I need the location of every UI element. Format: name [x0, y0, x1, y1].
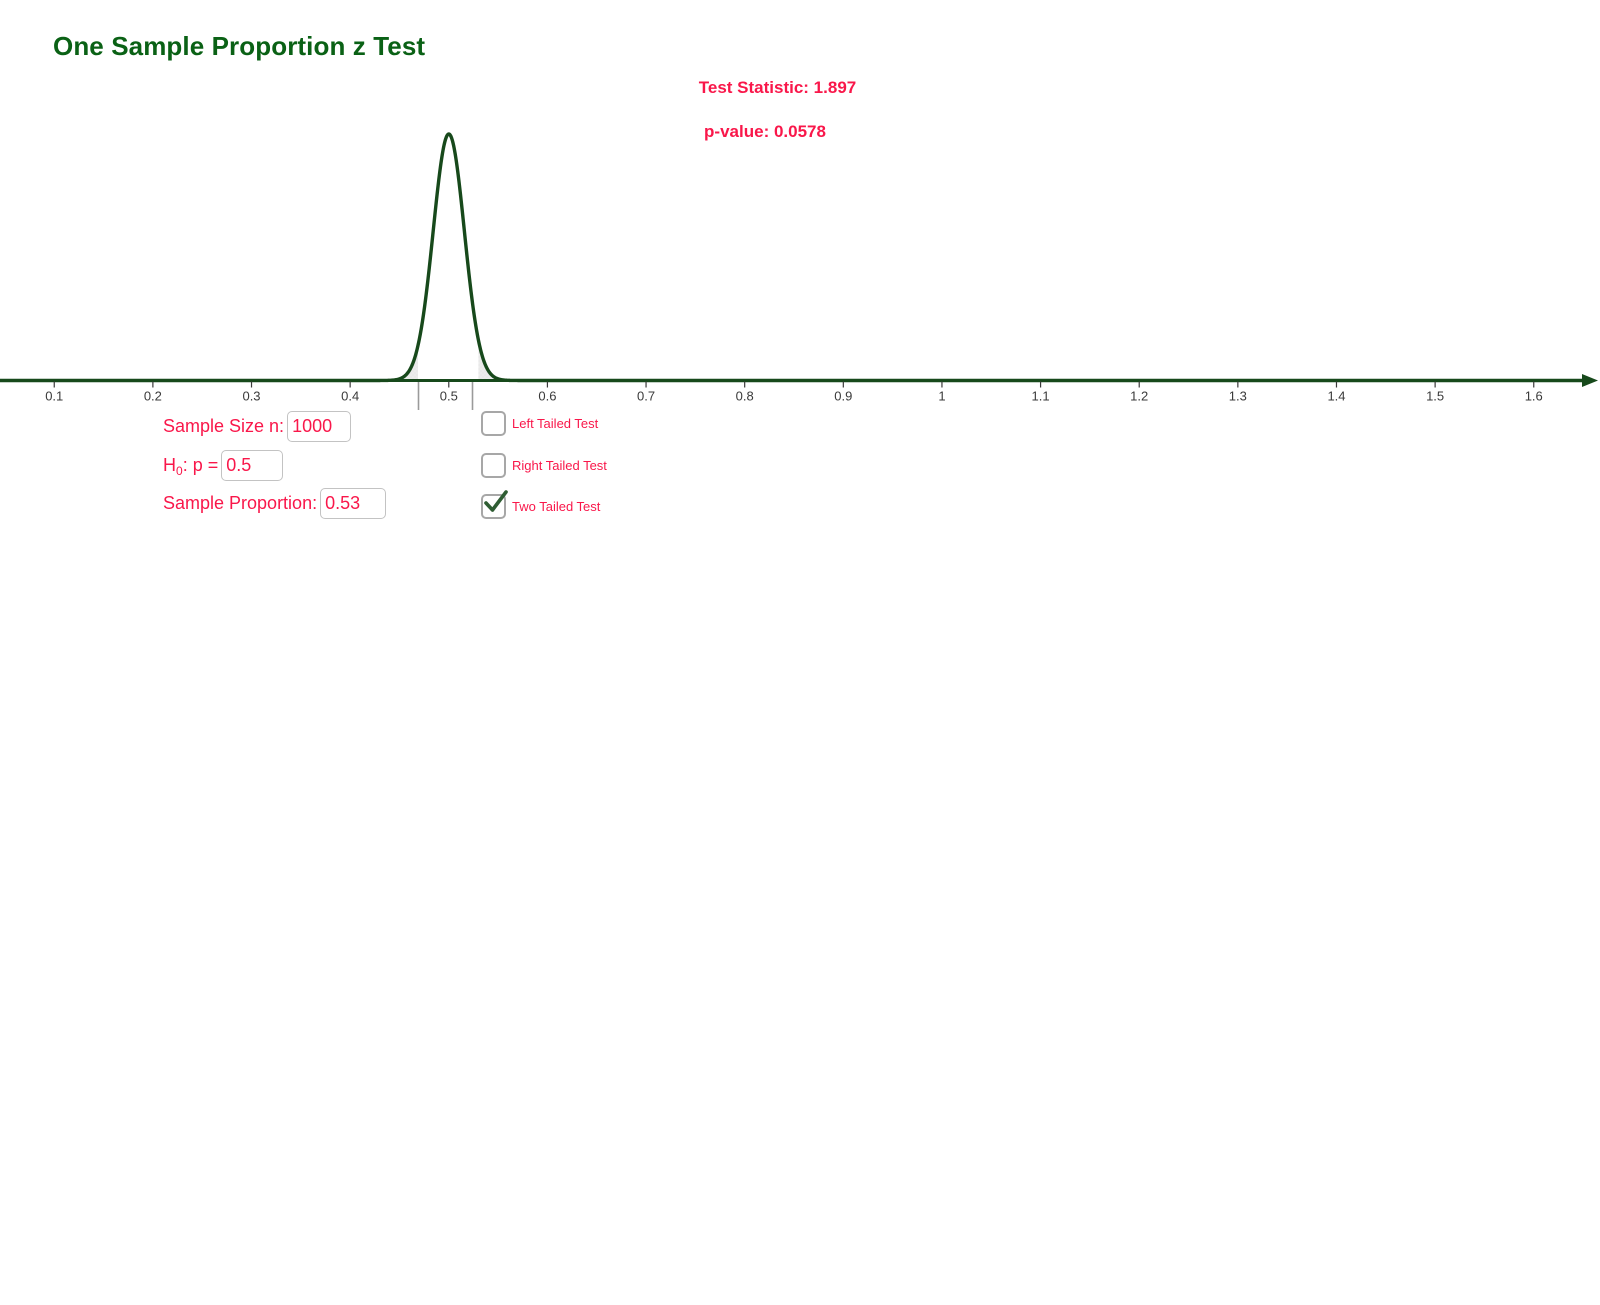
- sample-proportion-input[interactable]: [320, 488, 387, 519]
- x-axis-tick-label: 0.7: [637, 389, 655, 404]
- x-axis-tick-label: 1: [938, 389, 945, 404]
- sample-size-row: Sample Size n:: [163, 411, 352, 442]
- x-axis-tick-label: 0.2: [144, 389, 162, 404]
- x-axis-tick-label: 0.3: [242, 389, 260, 404]
- x-axis-arrow-icon: [1582, 374, 1598, 387]
- shaded-rejection-regions: [0, 339, 1588, 381]
- x-axis-tick-label: 0.5: [440, 389, 458, 404]
- right-tail-rejection-region: [478, 339, 1588, 381]
- null-hypothesis-label: H0: p =: [163, 455, 219, 478]
- sample-proportion-row: Sample Proportion:: [163, 488, 387, 519]
- left-tail-rejection-region: [0, 345, 418, 381]
- controls-panel: Sample Size n: H0: p = Sample Proportion…: [0, 405, 700, 535]
- plot-svg: 0.1 0.2 0.3 0.4 0.5 0.6 0.7 0.8 0.9 1 1.1 1.2 1.3 1.4…: [0, 132, 1598, 410]
- x-axis-tick-label: 1.5: [1426, 389, 1444, 404]
- x-axis-tick-label: 0.6: [538, 389, 556, 404]
- two-tailed-checkbox[interactable]: [481, 490, 508, 519]
- right-tailed-checkbox[interactable]: [481, 453, 506, 478]
- page-title: One Sample Proportion z Test: [53, 31, 426, 61]
- x-axis-tick-label: 1.1: [1032, 389, 1050, 404]
- right-tailed-label: Right Tailed Test: [512, 458, 607, 473]
- left-tailed-test-row[interactable]: Left Tailed Test: [481, 411, 598, 436]
- null-hypothesis-label-subscript: 0: [176, 464, 183, 478]
- x-axis-tick-labels: 0.1 0.2 0.3 0.4 0.5 0.6 0.7 0.8 0.9 1 1.1 1.2 1.3 1.4…: [45, 389, 1543, 404]
- x-axis-tick-label: 1.3: [1229, 389, 1247, 404]
- x-axis-tick-label: 1.6: [1525, 389, 1543, 404]
- sample-proportion-label: Sample Proportion:: [163, 493, 318, 513]
- x-axis-tick-label: 0.8: [736, 389, 754, 404]
- null-hypothesis-label-h: H: [163, 455, 176, 475]
- sample-size-input[interactable]: [287, 411, 352, 442]
- x-axis-tick-label: 1.2: [1130, 389, 1148, 404]
- right-tailed-test-row[interactable]: Right Tailed Test: [481, 453, 607, 478]
- left-tailed-checkbox[interactable]: [481, 411, 506, 436]
- null-hypothesis-row: H0: p =: [163, 450, 284, 481]
- checkmark-icon: [484, 490, 508, 512]
- x-axis-tick-label: 0.4: [341, 389, 359, 404]
- two-tailed-label: Two Tailed Test: [512, 499, 601, 514]
- null-hypothesis-input[interactable]: [221, 450, 284, 481]
- left-tailed-label: Left Tailed Test: [512, 416, 599, 431]
- x-axis: 0.1 0.2 0.3 0.4 0.5 0.6 0.7 0.8 0.9 1 1.1 1.2 1.3 1.4…: [0, 374, 1598, 404]
- distribution-plot: 0.1 0.2 0.3 0.4 0.5 0.6 0.7 0.8 0.9 1 1.1 1.2 1.3 1.4…: [0, 100, 1600, 410]
- x-axis-tick-label: 1.4: [1327, 389, 1345, 404]
- two-tailed-test-row[interactable]: Two Tailed Test: [481, 490, 601, 519]
- null-hypothesis-label-suffix: : p =: [182, 455, 219, 475]
- x-axis-tick-label: 0.1: [45, 389, 63, 404]
- x-axis-ticks: [53, 381, 1535, 388]
- sample-size-label: Sample Size n:: [163, 416, 285, 436]
- normal-density-curve: [0, 132, 1590, 383]
- x-axis-tick-label: 0.9: [834, 389, 852, 404]
